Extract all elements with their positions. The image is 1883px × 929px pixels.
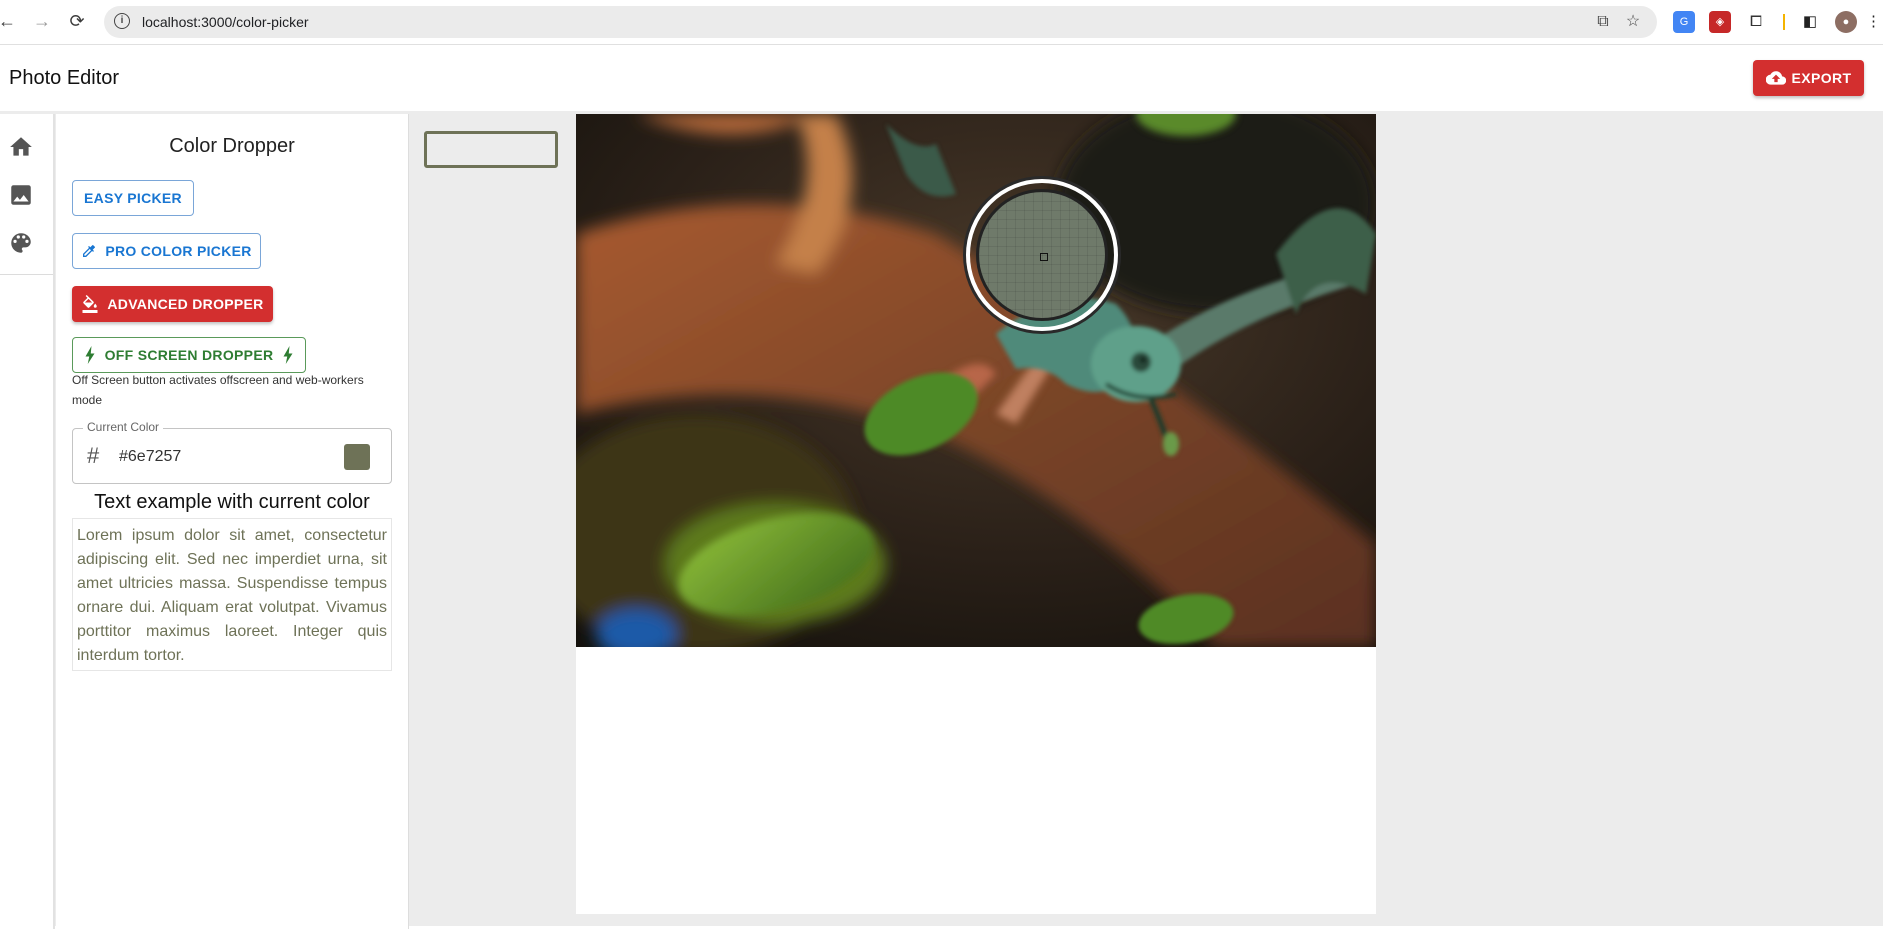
nav-rail [0,114,55,929]
cloud-upload-icon [1765,71,1786,85]
loupe-crosshair [1040,253,1048,261]
color-swatch[interactable] [344,444,370,470]
panel-title: Color Dropper [169,135,295,157]
color-loupe[interactable] [966,179,1118,331]
workspace: Color Dropper EASY PICKER PRO COLOR PICK… [0,111,1883,929]
chameleon-photo[interactable] [576,114,1376,647]
app-title: Photo Editor [9,67,120,89]
toolbar-divider [1783,14,1785,30]
pro-color-picker-label: PRO COLOR PICKER [105,243,252,259]
current-color-value[interactable]: #6e7257 [119,448,181,466]
forward-icon[interactable]: → [31,10,53,32]
menu-dots-icon[interactable]: ⋮ [1866,11,1881,33]
rail-divider [0,274,53,275]
home-icon[interactable] [8,134,34,160]
extension-icon[interactable]: ◈ [1709,11,1731,33]
side-panel-icon[interactable]: ◧ [1799,11,1821,33]
current-color-legend: Current Color [83,420,164,434]
image-canvas[interactable] [576,114,1376,914]
current-color-field[interactable]: Current Color # #6e7257 [72,420,392,484]
profile-avatar[interactable]: ● [1835,11,1857,33]
pro-color-picker-button[interactable]: PRO COLOR PICKER [72,233,261,269]
text-example-body: Lorem ipsum dolor sit amet, consectetur … [72,518,392,671]
bolt-icon [85,346,95,364]
hash-icon: # [87,443,100,468]
bookmark-star-icon[interactable]: ☆ [1623,12,1643,32]
easy-picker-label: EASY PICKER [84,190,182,206]
extensions-puzzle-icon[interactable]: ⧠ [1745,11,1767,33]
install-app-icon[interactable]: ⧉ [1593,12,1613,32]
color-dropper-panel: Color Dropper EASY PICKER PRO COLOR PICK… [56,114,409,929]
off-screen-dropper-button[interactable]: OFF SCREEN DROPPER [72,337,306,373]
reload-icon[interactable]: ⟳ [66,10,88,32]
palette-icon[interactable] [8,230,34,256]
app-bar: Photo Editor EXPORT [0,45,1883,110]
off-screen-dropper-label: OFF SCREEN DROPPER [104,347,274,363]
text-example-title: Text example with current color [94,491,370,513]
translate-extension-icon[interactable]: G [1673,11,1695,33]
loupe-magnifier [976,189,1108,321]
export-label: EXPORT [1791,70,1852,86]
bolt-icon [283,346,293,364]
eyedropper-icon [83,245,96,257]
url-text[interactable]: localhost:3000/color-picker [142,14,309,30]
offscreen-hint: Off Screen button activates offscreen an… [72,373,364,407]
advanced-dropper-button[interactable]: ADVANCED DROPPER [72,286,273,322]
site-info-icon[interactable]: i [114,13,130,29]
advanced-dropper-label: ADVANCED DROPPER [107,296,264,312]
address-bar[interactable]: i localhost:3000/color-picker ⧉ ☆ [104,6,1657,38]
easy-picker-button[interactable]: EASY PICKER [72,180,194,216]
paint-bucket-icon [82,295,98,313]
back-icon[interactable]: ← [0,10,18,32]
color-preview-box [424,131,558,168]
photo-image [576,114,1376,647]
image-icon[interactable] [8,182,34,208]
browser-toolbar: ← → ⟳ i localhost:3000/color-picker ⧉ ☆ … [0,0,1883,45]
export-button[interactable]: EXPORT [1753,60,1864,96]
